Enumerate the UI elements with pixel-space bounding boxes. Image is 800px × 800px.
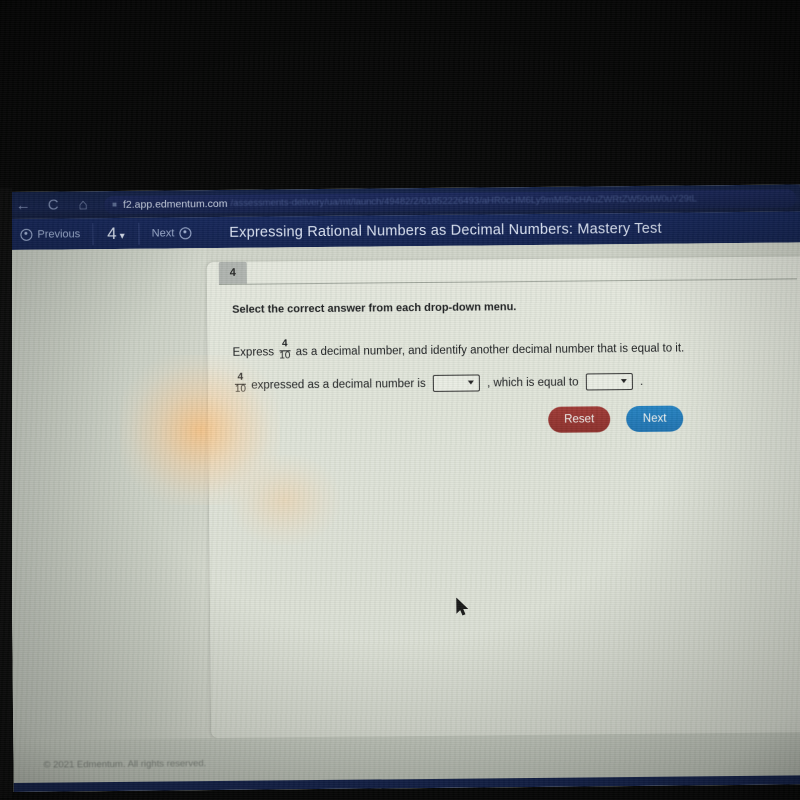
- answer-join-text: , which is equal to: [487, 376, 579, 390]
- answer-statement: 4 10 expressed as a decimal number is , …: [233, 369, 643, 395]
- question-statement: Express 4 10 as a decimal number, and id…: [232, 336, 684, 362]
- fraction-denominator-2: 10: [234, 383, 247, 395]
- previous-question-button[interactable]: Previous: [8, 218, 92, 250]
- question-number-badge: 4: [218, 261, 247, 284]
- footer-strip: [13, 775, 800, 792]
- chevron-down-icon: ▾: [119, 230, 125, 242]
- url-host: f2.app.edmentum.com: [122, 197, 228, 211]
- dropdown-decimal-value[interactable]: [432, 374, 480, 393]
- current-question-number: 4: [107, 223, 117, 243]
- photo-of-laptop-screen: ← C ⌂ ■ f2.app.edmentum.com /assessments…: [0, 0, 800, 800]
- address-bar[interactable]: ■ f2.app.edmentum.com /assessments-deliv…: [104, 188, 797, 214]
- reset-button[interactable]: Reset: [548, 406, 611, 433]
- home-icon[interactable]: ⌂: [68, 196, 98, 213]
- card-divider: [218, 278, 797, 285]
- reload-icon[interactable]: C: [38, 196, 68, 214]
- next-question-button[interactable]: Next: [140, 217, 204, 249]
- back-arrow-icon[interactable]: ←: [8, 197, 38, 214]
- instruction-text: Select the correct answer from each drop…: [232, 301, 517, 316]
- copyright-text: © 2021 Edmentum. All rights reserved.: [43, 758, 207, 771]
- url-path: /assessments-delivery/ua/mt/launch/49482…: [230, 193, 697, 209]
- previous-label: Previous: [37, 227, 81, 241]
- next-label: Next: [151, 226, 175, 240]
- fraction-four-tenths-2: 4 10: [234, 372, 247, 395]
- fraction-numerator: 4: [279, 338, 291, 351]
- page-footer: © 2021 Edmentum. All rights reserved.: [13, 732, 800, 792]
- express-suffix: as a decimal number, and identify anothe…: [295, 342, 685, 359]
- dropdown-equal-value[interactable]: [585, 373, 633, 391]
- answer-mid-text: expressed as a decimal number is: [251, 377, 426, 392]
- laptop-screen: ← C ⌂ ■ f2.app.edmentum.com /assessments…: [8, 184, 800, 792]
- assessment-page: 4 Select the correct answer from each dr…: [8, 242, 800, 792]
- fraction-denominator: 10: [279, 350, 291, 362]
- fraction-numerator-2: 4: [234, 372, 246, 385]
- circle-right-icon: [179, 226, 192, 239]
- circle-left-icon: [20, 228, 33, 241]
- page-title: Expressing Rational Numbers as Decimal N…: [229, 220, 662, 241]
- fraction-four-tenths: 4 10: [279, 338, 291, 362]
- page-left-margin: [8, 248, 212, 792]
- question-number-selector[interactable]: 4 ▾: [93, 223, 139, 243]
- lock-icon: ■: [112, 199, 118, 210]
- express-prefix: Express: [232, 346, 275, 359]
- answer-end-text: .: [639, 375, 644, 388]
- question-card: 4 Select the correct answer from each dr…: [206, 256, 800, 739]
- next-button[interactable]: Next: [626, 405, 684, 433]
